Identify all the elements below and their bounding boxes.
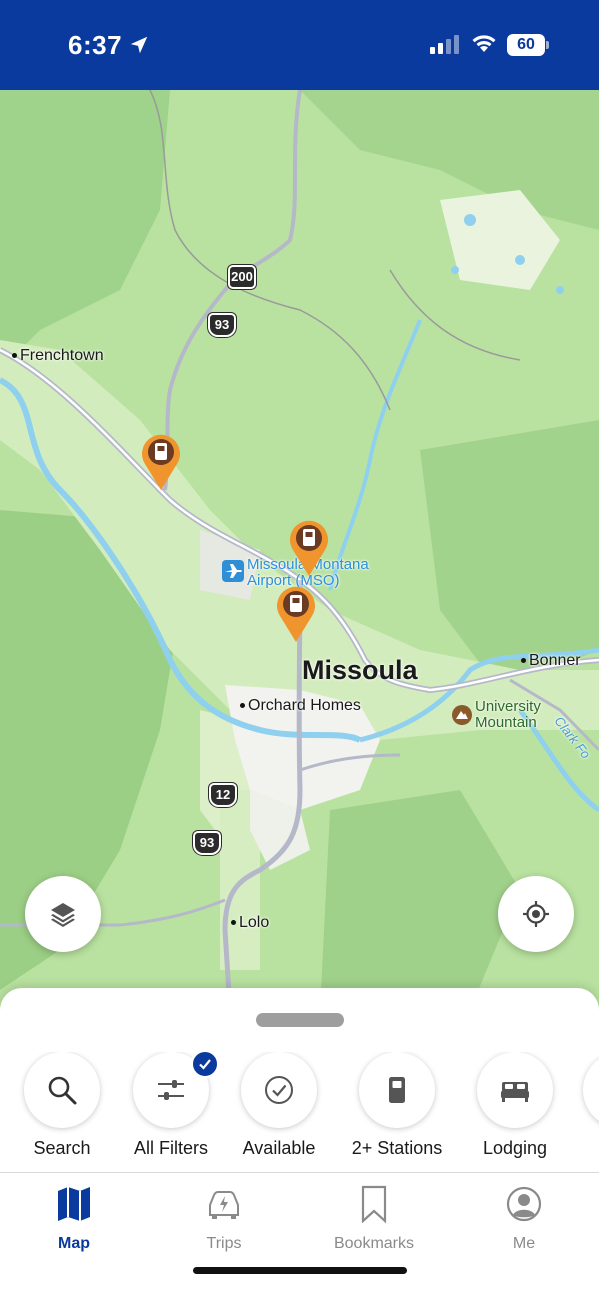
status-time: 6:37 (68, 30, 123, 60)
tab-me[interactable]: Me (464, 1183, 584, 1263)
map-icon (58, 1187, 90, 1221)
locate-me-button[interactable] (498, 876, 574, 952)
layers-icon (51, 903, 75, 927)
airport-icon (222, 560, 244, 582)
charger-icon (389, 1077, 405, 1103)
label-frenchtown: Frenchtown (12, 347, 104, 365)
map-view[interactable]: 200 93 12 93 Frenchtown Missoula Montana… (0, 90, 599, 1010)
filter-2-plus-stations-button[interactable] (359, 1052, 435, 1128)
sheet-grabber[interactable] (256, 1013, 344, 1027)
charging-station-pin[interactable] (139, 432, 183, 492)
place-dot (231, 920, 236, 926)
lolo-text: Lolo (239, 914, 270, 931)
location-arrow-icon (130, 36, 148, 54)
place-dot (12, 353, 17, 359)
hwy-200-shield: 200 (228, 265, 256, 289)
label-lolo: Lolo (231, 914, 269, 932)
sliders-icon (158, 1080, 184, 1100)
tab-bookmarks-label: Bookmarks (333, 1235, 415, 1252)
cellular-signal-icon (430, 35, 459, 54)
filter-available-button[interactable] (241, 1052, 317, 1128)
place-dot (240, 703, 245, 709)
filter-lodging-button[interactable] (477, 1052, 553, 1128)
mountain-icon (452, 705, 472, 725)
tab-trips[interactable]: Trips (164, 1183, 284, 1263)
tab-me-label: Me (512, 1235, 536, 1252)
car-icon (209, 1191, 239, 1219)
tab-map-label: Map (58, 1235, 90, 1252)
frenchtown-text: Frenchtown (20, 347, 104, 364)
crosshair-icon (523, 901, 549, 927)
bonner-text: Bonner (529, 652, 581, 669)
search-icon (48, 1076, 77, 1105)
label-missoula: Missoula (302, 655, 418, 685)
charging-station-pin[interactable] (287, 518, 331, 578)
tab-bar: Map Trips Bookmarks Me (0, 1173, 599, 1300)
filter-search-button[interactable] (24, 1052, 100, 1128)
battery-indicator: 60 (507, 34, 549, 56)
filter-bar[interactable]: Search All Filters Available 2+ Stations… (0, 1052, 599, 1172)
filter-partial-button[interactable] (583, 1052, 599, 1128)
home-indicator[interactable] (193, 1267, 407, 1274)
charging-station-pin[interactable] (274, 584, 318, 644)
bookmark-icon (361, 1185, 387, 1223)
check-circle-icon (265, 1076, 293, 1104)
place-dot (521, 658, 526, 664)
status-bar: 6:37 60 (0, 0, 599, 90)
us-93-north-shield: 93 (208, 313, 236, 337)
tab-map[interactable]: Map (14, 1183, 134, 1263)
layers-button[interactable] (25, 876, 101, 952)
orchard-homes-text: Orchard Homes (248, 697, 361, 714)
label-bonner: Bonner (521, 652, 581, 670)
battery-level: 60 (507, 34, 545, 56)
battery-tip (546, 41, 549, 49)
label-university-mountain[interactable]: University Mountain (475, 699, 565, 731)
filter-2-plus-stations[interactable]: 2+ Stations (342, 1052, 452, 1162)
wifi-icon (472, 35, 496, 52)
tab-trips-label: Trips (206, 1235, 242, 1252)
filter-partial[interactable]: D (566, 1052, 599, 1162)
bed-icon (501, 1082, 529, 1102)
person-icon (506, 1186, 542, 1222)
bottom-sheet: Search All Filters Available 2+ Stations… (0, 988, 599, 1300)
selected-check-icon (191, 1052, 219, 1078)
filter-partial-label: D (546, 1138, 599, 1159)
us-93-south-shield: 93 (193, 831, 221, 855)
label-orchard-homes: Orchard Homes (240, 697, 361, 715)
tab-bookmarks[interactable]: Bookmarks (314, 1183, 434, 1263)
us-12-shield: 12 (209, 783, 237, 807)
filter-available[interactable]: Available (224, 1052, 334, 1162)
